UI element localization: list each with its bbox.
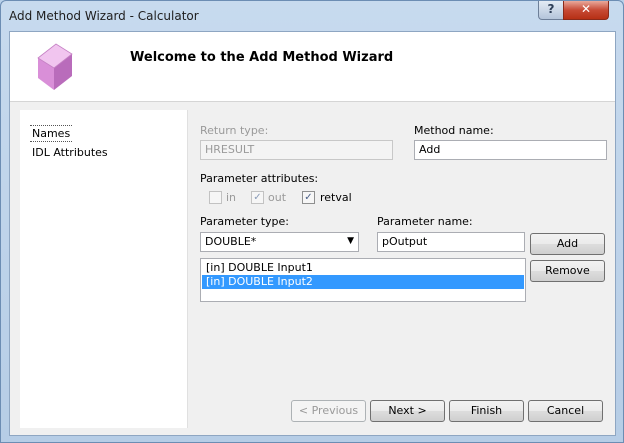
- method-name-input[interactable]: Add: [414, 140, 607, 160]
- dropdown-arrow-icon[interactable]: ▼: [347, 236, 354, 246]
- close-button[interactable]: ✕: [563, 1, 609, 20]
- param-name-label: Parameter name:: [377, 215, 473, 228]
- retval-checkbox-label[interactable]: retval: [320, 191, 352, 204]
- return-type-label: Return type:: [200, 124, 269, 137]
- remove-button[interactable]: Remove: [530, 260, 605, 282]
- next-button[interactable]: Next >: [370, 400, 445, 422]
- method-name-label: Method name:: [414, 124, 494, 137]
- previous-button: < Previous: [291, 400, 366, 422]
- wizard-nav: Names IDL Attributes: [20, 110, 188, 428]
- page-title: Welcome to the Add Method Wizard: [130, 50, 394, 65]
- param-type-select[interactable]: DOUBLE* ▼: [200, 232, 359, 252]
- return-type-field: HRESULT: [200, 140, 393, 160]
- in-checkbox-label: in: [226, 191, 237, 204]
- param-name-input[interactable]: pOutput: [377, 232, 525, 252]
- param-type-label: Parameter type:: [200, 215, 290, 228]
- window-title: Add Method Wizard - Calculator: [9, 9, 199, 23]
- nav-item-names[interactable]: Names: [30, 125, 73, 142]
- help-button[interactable]: ?: [538, 1, 564, 20]
- retval-checkbox[interactable]: ✓: [302, 191, 315, 204]
- param-type-value: DOUBLE*: [205, 235, 257, 248]
- add-button[interactable]: Add: [530, 233, 605, 255]
- in-checkbox: [209, 191, 222, 204]
- parameters-list[interactable]: [in] DOUBLE Input1 [in] DOUBLE Input2: [200, 258, 526, 302]
- wizard-client-area: Welcome to the Add Method Wizard Names I…: [9, 31, 616, 436]
- wizard-window: Add Method Wizard - Calculator ? ✕ Welco…: [0, 0, 624, 443]
- param-attributes-label: Parameter attributes:: [200, 172, 319, 185]
- out-checkbox-label: out: [268, 191, 287, 204]
- list-item[interactable]: [in] DOUBLE Input1: [202, 261, 524, 275]
- title-bar[interactable]: Add Method Wizard - Calculator ? ✕: [1, 1, 623, 31]
- wizard-header: Welcome to the Add Method Wizard: [10, 32, 615, 102]
- cube-icon: [37, 43, 73, 90]
- cancel-button[interactable]: Cancel: [528, 400, 603, 422]
- out-checkbox: ✓: [251, 191, 264, 204]
- list-item-selected[interactable]: [in] DOUBLE Input2: [202, 275, 524, 289]
- finish-button[interactable]: Finish: [449, 400, 524, 422]
- nav-item-idl-attributes[interactable]: IDL Attributes: [30, 145, 110, 160]
